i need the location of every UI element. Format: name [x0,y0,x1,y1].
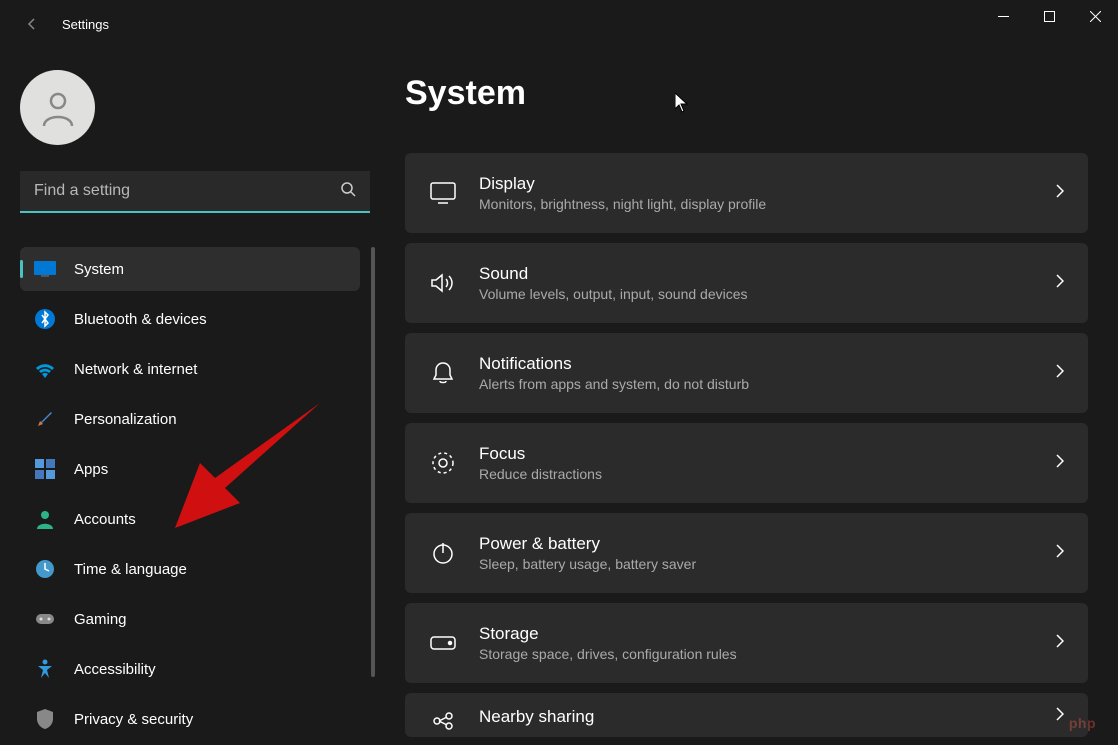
accessibility-icon [34,658,56,680]
settings-item-notifications[interactable]: Notifications Alerts from apps and syste… [405,333,1088,413]
chevron-right-icon [1056,454,1064,473]
chevron-right-icon [1056,707,1064,726]
settings-title: Storage [479,624,1056,644]
bell-icon [429,359,457,387]
search-box[interactable] [20,171,370,213]
gamepad-icon [34,608,56,630]
back-arrow-icon [24,16,40,32]
sidebar-item-time[interactable]: Time & language [20,547,360,591]
back-button[interactable] [18,10,46,38]
share-icon [429,707,457,735]
sidebar-item-accounts[interactable]: Accounts [20,497,360,541]
focus-icon [429,449,457,477]
chevron-right-icon [1056,544,1064,563]
chevron-right-icon [1056,274,1064,293]
settings-title: Display [479,174,1056,194]
sidebar-item-bluetooth[interactable]: Bluetooth & devices [20,297,360,341]
sidebar-item-privacy[interactable]: Privacy & security [20,697,360,741]
titlebar: Settings [0,0,1118,48]
sidebar-item-apps[interactable]: Apps [20,447,360,491]
settings-title: Focus [479,444,1056,464]
settings-item-focus[interactable]: Focus Reduce distractions [405,423,1088,503]
settings-desc: Volume levels, output, input, sound devi… [479,286,1056,302]
search-input[interactable] [34,182,340,200]
watermark: php [1069,715,1096,731]
close-button[interactable] [1072,0,1118,32]
sidebar-item-label: Time & language [74,561,187,578]
nav-list: System Bluetooth & devices Network & int… [20,247,370,741]
chevron-right-icon [1056,364,1064,383]
clock-globe-icon [34,558,56,580]
window-controls [980,0,1118,32]
sidebar-item-gaming[interactable]: Gaming [20,597,360,641]
sidebar-item-label: System [74,261,124,278]
settings-item-power[interactable]: Power & battery Sleep, battery usage, ba… [405,513,1088,593]
shield-icon [34,708,56,730]
settings-desc: Reduce distractions [479,466,1056,482]
power-icon [429,539,457,567]
sidebar-item-label: Gaming [74,611,127,628]
search-icon [340,181,356,202]
sidebar-item-system[interactable]: System [20,247,360,291]
brush-icon [34,408,56,430]
sound-icon [429,269,457,297]
main-content: System Display Monitors, brightness, nig… [385,48,1118,745]
settings-item-display[interactable]: Display Monitors, brightness, night ligh… [405,153,1088,233]
close-icon [1090,11,1101,22]
settings-title: Nearby sharing [479,707,1056,727]
maximize-button[interactable] [1026,0,1072,32]
apps-icon [34,458,56,480]
settings-item-nearby[interactable]: Nearby sharing [405,693,1088,737]
sidebar-item-label: Accounts [74,511,136,528]
storage-icon [429,629,457,657]
sidebar-item-label: Apps [74,461,108,478]
settings-title: Sound [479,264,1056,284]
minimize-icon [998,11,1009,22]
sidebar-item-label: Personalization [74,411,177,428]
sidebar-item-network[interactable]: Network & internet [20,347,360,391]
person-icon [36,86,80,130]
chevron-right-icon [1056,184,1064,203]
sidebar: System Bluetooth & devices Network & int… [0,48,385,745]
settings-item-sound[interactable]: Sound Volume levels, output, input, soun… [405,243,1088,323]
settings-item-storage[interactable]: Storage Storage space, drives, configura… [405,603,1088,683]
sidebar-item-label: Bluetooth & devices [74,311,207,328]
sidebar-item-label: Accessibility [74,661,156,678]
nav-scrollbar[interactable] [371,247,375,677]
avatar[interactable] [20,70,95,145]
app-title: Settings [62,17,109,32]
page-title: System [405,74,1088,113]
system-icon [34,258,56,280]
settings-desc: Monitors, brightness, night light, displ… [479,196,1056,212]
maximize-icon [1044,11,1055,22]
chevron-right-icon [1056,634,1064,653]
minimize-button[interactable] [980,0,1026,32]
sidebar-item-label: Privacy & security [74,711,193,728]
settings-title: Power & battery [479,534,1056,554]
sidebar-item-personalization[interactable]: Personalization [20,397,360,441]
settings-desc: Sleep, battery usage, battery saver [479,556,1056,572]
settings-desc: Storage space, drives, configuration rul… [479,646,1056,662]
bluetooth-icon [34,308,56,330]
wifi-icon [34,358,56,380]
sidebar-item-accessibility[interactable]: Accessibility [20,647,360,691]
sidebar-item-label: Network & internet [74,361,197,378]
settings-desc: Alerts from apps and system, do not dist… [479,376,1056,392]
settings-title: Notifications [479,354,1056,374]
settings-list: Display Monitors, brightness, night ligh… [405,153,1088,737]
person-icon [34,508,56,530]
display-icon [429,179,457,207]
